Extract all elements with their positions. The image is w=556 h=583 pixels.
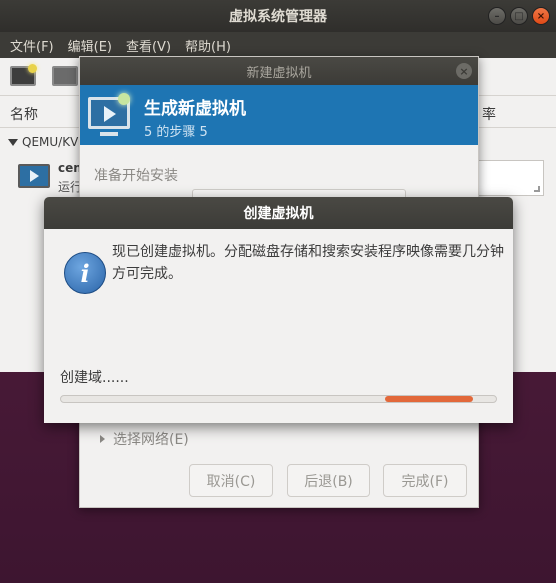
vm-monitor-icon — [18, 164, 50, 188]
window-controls: – □ × — [488, 7, 550, 25]
network-expander[interactable]: 选择网络(E) — [100, 429, 189, 449]
expander-arrow-icon — [100, 435, 105, 443]
wizard-banner-title: 生成新虚拟机 — [144, 99, 246, 119]
cancel-button[interactable]: 取消(C) — [189, 464, 273, 497]
back-button[interactable]: 后退(B) — [287, 464, 370, 497]
main-window-title: 虚拟系统管理器 — [229, 9, 327, 25]
minimize-icon[interactable]: – — [488, 7, 506, 25]
progress-message: 现已创建虚拟机。分配磁盘存储和搜索安装程序映像需要几分钟方可完成。 — [112, 244, 504, 282]
column-name[interactable]: 名称 — [10, 104, 38, 124]
progress-dialog-titlebar: 创建虚拟机 — [44, 197, 513, 229]
wizard-sparkle-icon — [118, 93, 130, 105]
wizard-banner: 生成新虚拟机 5 的步骤 5 — [80, 85, 478, 145]
menu-edit[interactable]: 编辑(E) — [68, 36, 112, 55]
progress-dialog-title: 创建虚拟机 — [243, 206, 314, 222]
menu-view[interactable]: 查看(V) — [126, 36, 171, 55]
open-console-icon[interactable] — [52, 66, 78, 86]
network-expander-label: 选择网络(E) — [113, 432, 189, 448]
main-titlebar: 虚拟系统管理器 – □ × — [0, 0, 556, 32]
maximize-icon[interactable]: □ — [510, 7, 528, 25]
menubar: 文件(F) 编辑(E) 查看(V) 帮助(H) — [0, 32, 556, 58]
progress-bar-pulse — [385, 396, 473, 402]
cpu-usage-graph — [476, 160, 544, 196]
close-icon[interactable]: × — [532, 7, 550, 25]
wizard-step-indicator: 5 的步骤 5 — [144, 125, 208, 140]
info-icon: i — [64, 252, 106, 294]
menu-help[interactable]: 帮助(H) — [185, 36, 231, 55]
new-vm-sparkle-icon — [28, 64, 37, 73]
wizard-titlebar: 新建虚拟机 × — [80, 57, 478, 85]
column-rate[interactable]: 率 — [482, 104, 496, 124]
progress-status: 创建域...... — [60, 370, 129, 386]
wizard-monitor-stand — [100, 132, 118, 136]
menu-file[interactable]: 文件(F) — [10, 36, 54, 55]
expand-triangle-icon[interactable] — [8, 139, 18, 146]
resize-grip-icon — [534, 186, 540, 192]
connection-label: QEMU/KV — [22, 135, 79, 149]
ready-section-label: 准备开始安装 — [94, 168, 178, 184]
wizard-title: 新建虚拟机 — [246, 65, 312, 81]
create-vm-progress-dialog: 创建虚拟机 i 现已创建虚拟机。分配磁盘存储和搜索安装程序映像需要几分钟方可完成… — [44, 197, 513, 423]
wizard-close-icon[interactable]: × — [456, 63, 472, 79]
finish-button[interactable]: 完成(F) — [383, 464, 467, 497]
